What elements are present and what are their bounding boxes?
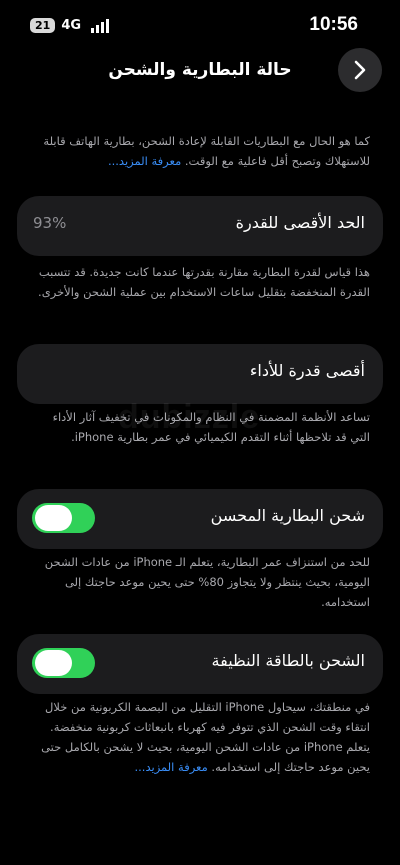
status-bar: 21 4G 10:56 bbox=[0, 0, 400, 50]
toggle-knob bbox=[35, 505, 72, 531]
status-left: 21 4G bbox=[30, 18, 110, 33]
clean-energy-learn-more-link[interactable]: معرفة المزيد... bbox=[134, 760, 207, 774]
nav-bar: حالة البطارية والشحن bbox=[0, 48, 400, 94]
clean-energy-label: الشحن بالطاقة النظيفة bbox=[211, 651, 365, 670]
peak-performance-label: أقصى قدرة للأداء bbox=[249, 361, 365, 380]
clean-energy-card: الشحن بالطاقة النظيفة bbox=[17, 634, 383, 694]
learn-more-link[interactable]: معرفة المزيد... bbox=[108, 154, 181, 168]
peak-performance-card[interactable]: أقصى قدرة للأداء bbox=[17, 344, 383, 404]
signal-icon bbox=[91, 18, 110, 33]
battery-indicator: 21 bbox=[30, 18, 56, 33]
intro-description: كما هو الحال مع البطاريات القابلة لإعادة… bbox=[30, 131, 370, 171]
optimized-charging-description: للحد من استنزاف عمر البطارية، يتعلم الـ … bbox=[44, 555, 370, 609]
watermark: dubizzle bbox=[118, 398, 261, 436]
max-capacity-label: الحد الأقصى للقدرة bbox=[235, 213, 365, 232]
back-button[interactable] bbox=[338, 48, 382, 92]
max-capacity-description: هذا قياس لقدرة البطارية مقارنة بقدرتها ع… bbox=[38, 265, 370, 299]
chevron-right-icon bbox=[354, 60, 366, 80]
network-type: 4G bbox=[61, 18, 82, 33]
optimized-charging-card: شحن البطارية المحسن bbox=[17, 489, 383, 549]
clean-energy-description: في منطقتك، سيحاول iPhone التقليل من البص… bbox=[30, 697, 370, 777]
max-capacity-value: 93% bbox=[33, 214, 67, 232]
optimized-charging-label: شحن البطارية المحسن bbox=[210, 506, 365, 525]
optimized-charging-toggle[interactable] bbox=[32, 503, 95, 533]
intro-text: كما هو الحال مع البطاريات القابلة لإعادة… bbox=[43, 134, 370, 168]
clock: 10:56 bbox=[309, 14, 358, 35]
clean-energy-toggle[interactable] bbox=[32, 648, 95, 678]
toggle-knob bbox=[35, 650, 72, 676]
max-capacity-card: الحد الأقصى للقدرة 93% bbox=[17, 196, 383, 256]
